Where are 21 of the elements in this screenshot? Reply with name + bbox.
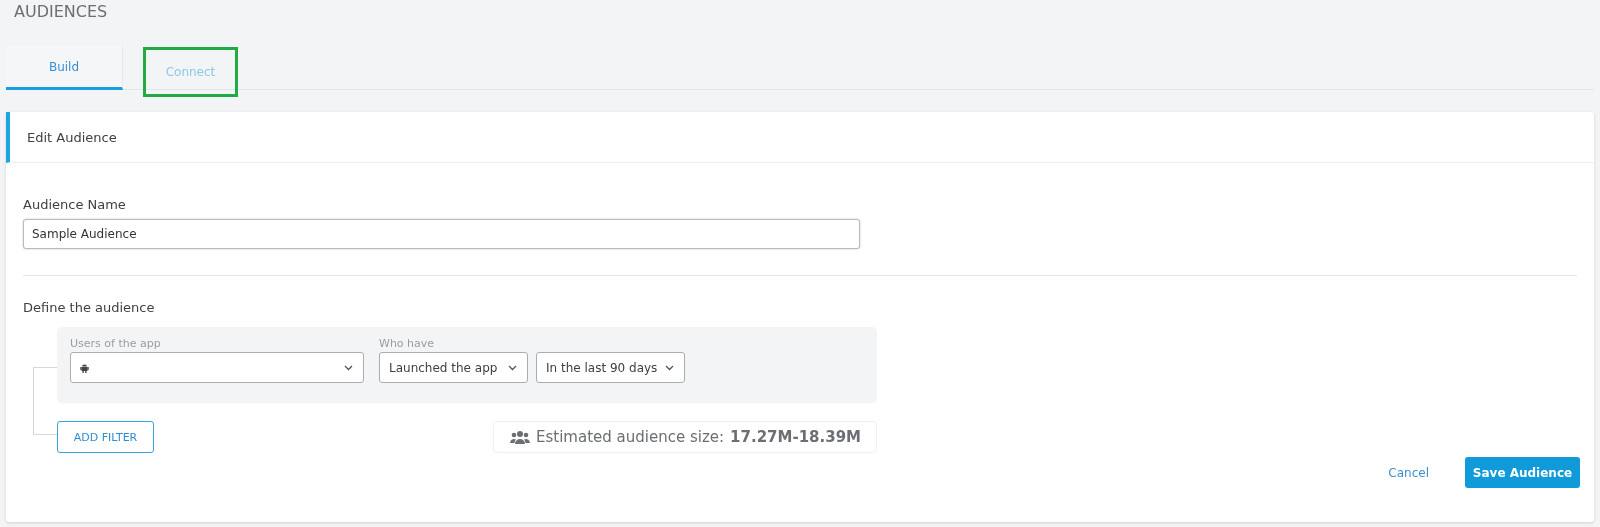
estimate-value: 17.27M-18.39M bbox=[730, 428, 862, 446]
card-title: Edit Audience bbox=[27, 129, 117, 145]
period-dropdown[interactable]: In the last 90 days bbox=[536, 352, 685, 383]
field-label: Users of the app bbox=[70, 336, 162, 352]
section-label: Define the audience bbox=[23, 300, 156, 315]
chevron-down-icon bbox=[508, 364, 517, 371]
field-label: Who have bbox=[379, 336, 436, 352]
input-field[interactable]: Sample Audience bbox=[23, 219, 860, 249]
action-dropdown[interactable]: Launched the app bbox=[379, 352, 528, 383]
page-title: AUDIENCES bbox=[14, 2, 108, 21]
chevron-down-icon bbox=[665, 364, 674, 371]
estimate-label: Estimated audience size: bbox=[536, 428, 725, 446]
users-icon bbox=[510, 430, 530, 444]
app-dropdown[interactable] bbox=[70, 352, 364, 383]
save-button[interactable]: Save Audience bbox=[1465, 457, 1580, 488]
tab[interactable]: Build bbox=[6, 46, 123, 90]
add-filter-button[interactable]: ADD FILTER bbox=[57, 421, 154, 453]
field-label: Audience Name bbox=[23, 197, 126, 212]
cancel-link[interactable]: Cancel bbox=[1388, 465, 1429, 480]
chevron-down-icon bbox=[344, 364, 353, 371]
android-icon bbox=[80, 362, 89, 373]
